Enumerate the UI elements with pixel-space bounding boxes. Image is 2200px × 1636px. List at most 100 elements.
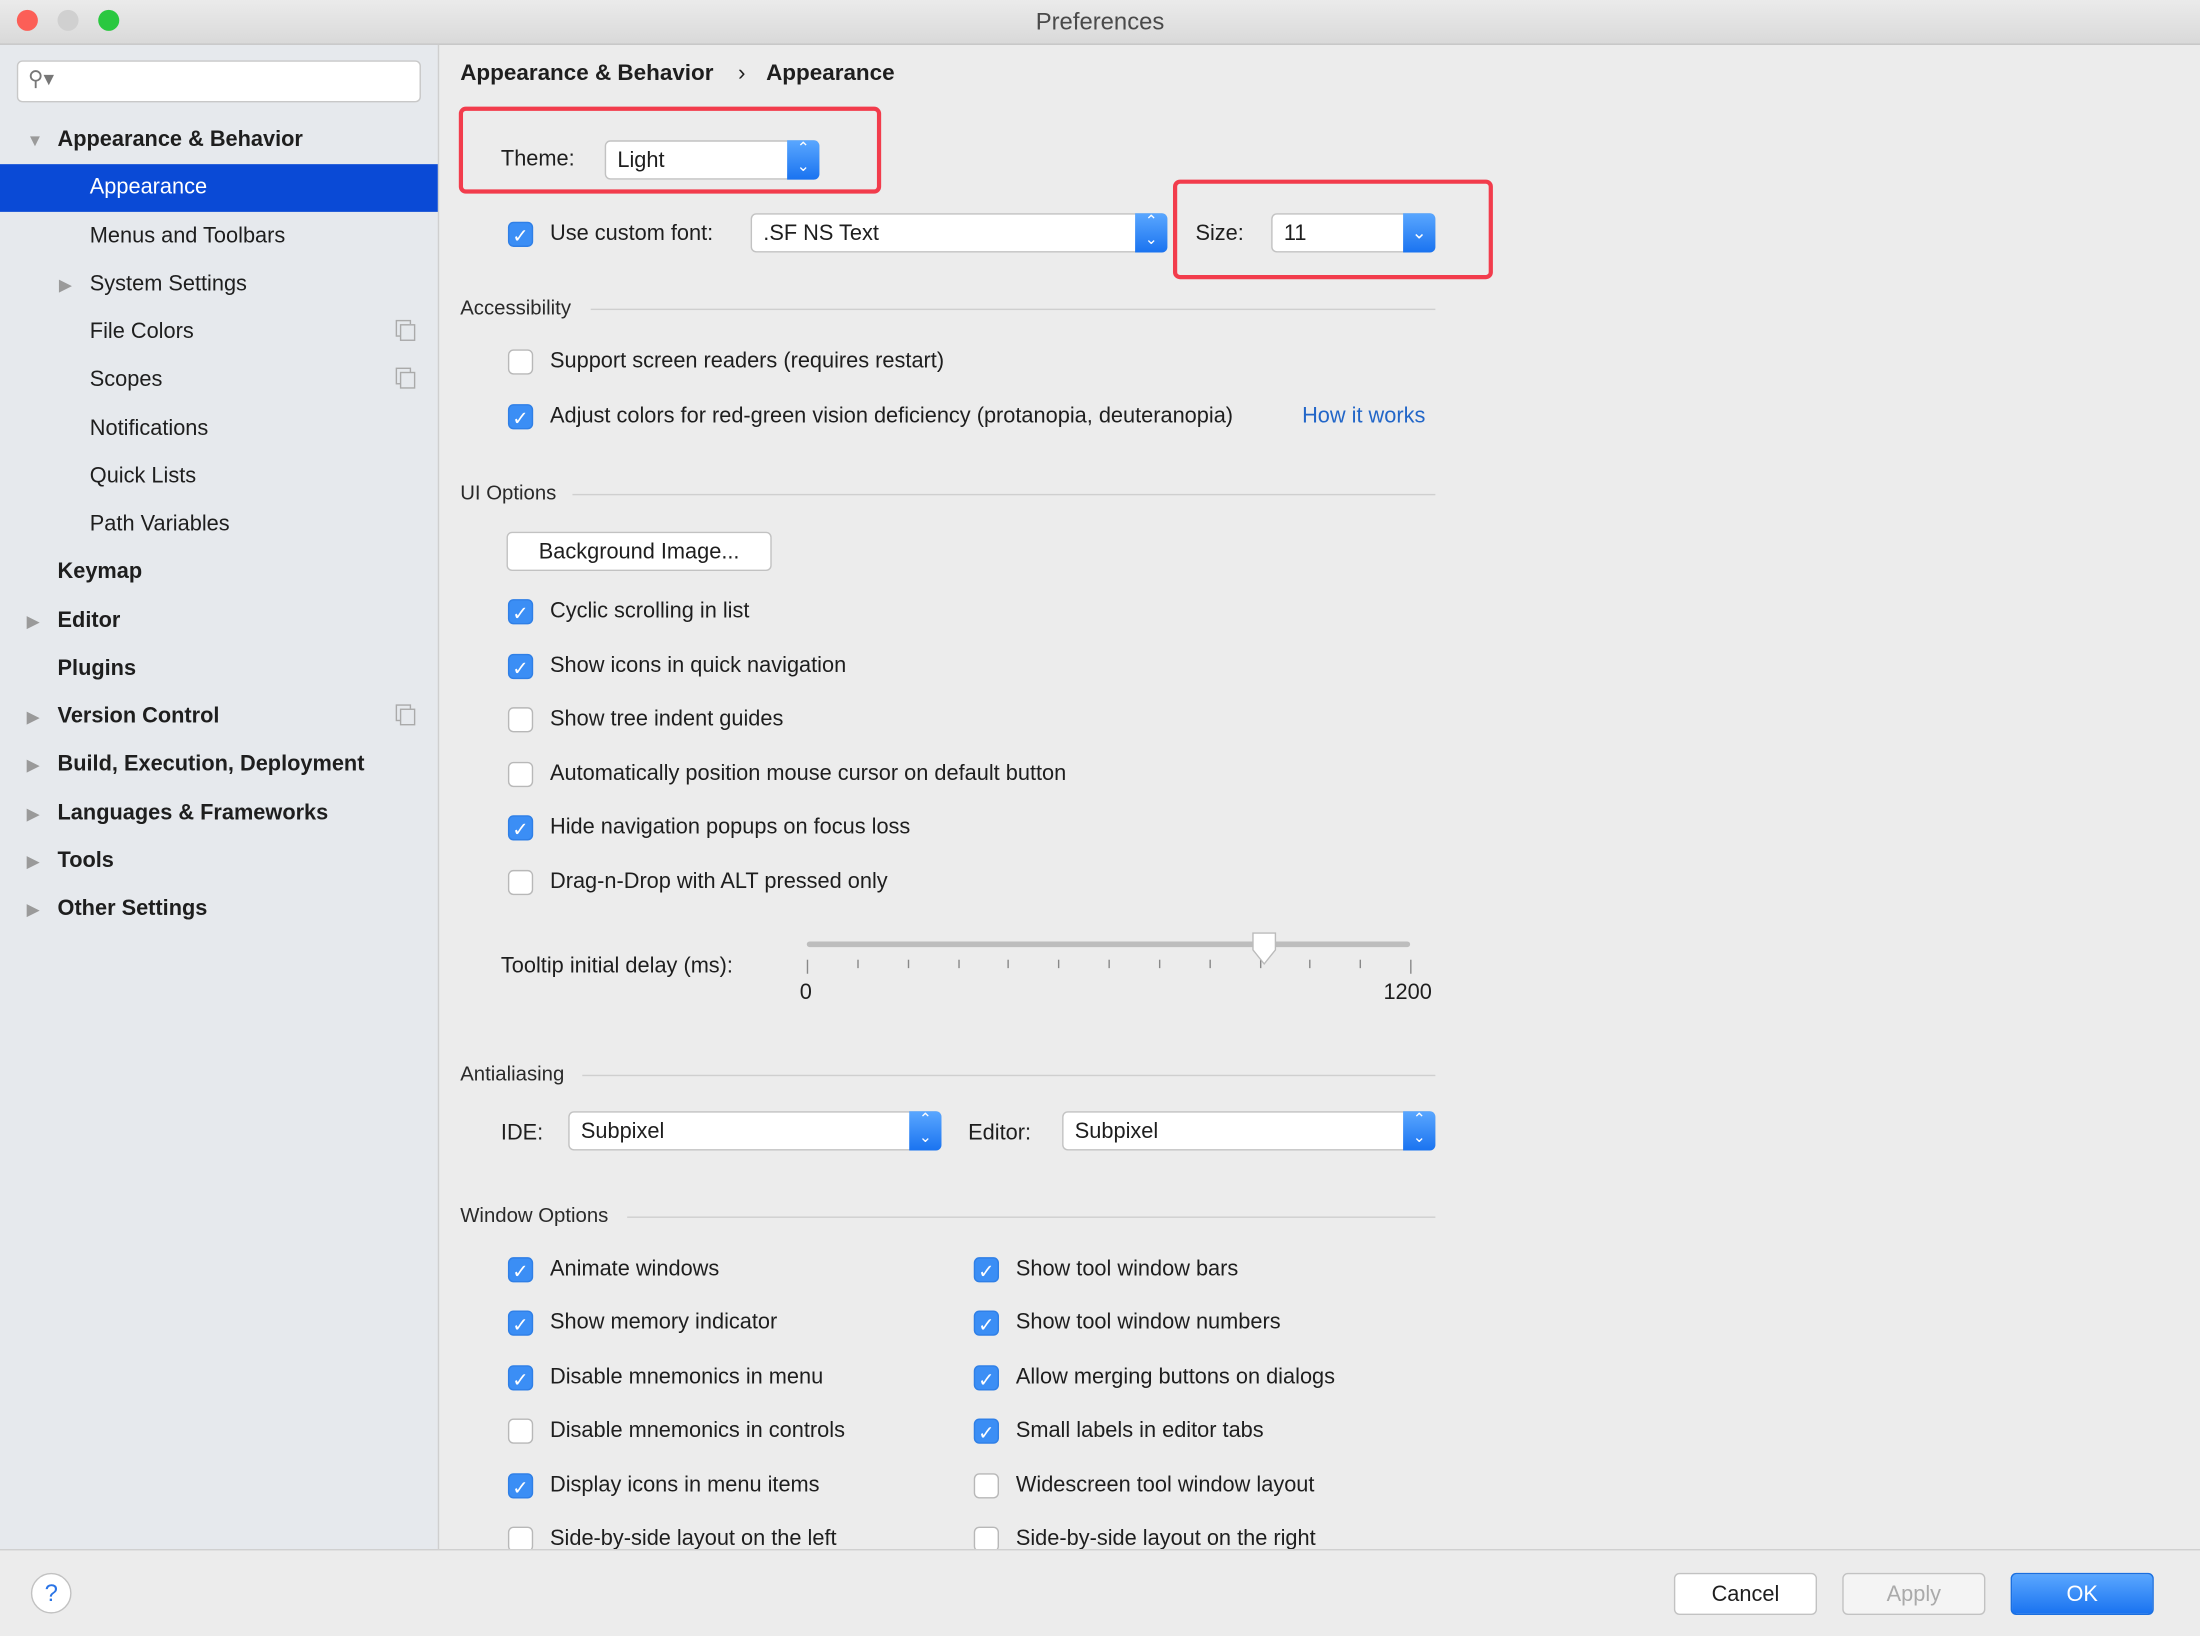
checkbox-label: Show tool window numbers bbox=[1015, 1311, 1281, 1335]
sidebar-item[interactable]: Quick Lists bbox=[0, 453, 438, 501]
font-value: .SF NS Text bbox=[763, 221, 879, 246]
checkbox-label: Display icons in menu items bbox=[550, 1472, 820, 1497]
cancel-button[interactable]: Cancel bbox=[1673, 1572, 1818, 1615]
checkbox[interactable]: ✓ bbox=[507, 1472, 534, 1498]
editor-antialiasing-select[interactable]: Subpixel ⌃ ⌄ bbox=[1062, 1111, 1436, 1151]
apply-button[interactable]: Apply bbox=[1842, 1572, 1986, 1615]
sidebar: ⚲▾ ▼ Appearance & Behavior Appearance Menus… bbox=[0, 44, 440, 1550]
sidebar-item[interactable]: Appearance bbox=[0, 164, 438, 213]
chevron-right-icon[interactable]: ▶ bbox=[27, 597, 40, 645]
font-select[interactable]: .SF NS Text ⌃ ⌄ bbox=[750, 213, 1168, 253]
sidebar-item-label: Appearance bbox=[89, 175, 208, 200]
breadcrumb-parent[interactable]: Appearance & Behavior bbox=[460, 62, 713, 87]
sidebar-item-label: Path Variables bbox=[89, 512, 230, 536]
checkbox-label: Animate windows bbox=[550, 1257, 720, 1282]
ide-antialiasing-select[interactable]: Subpixel ⌃ ⌄ bbox=[568, 1111, 942, 1151]
divider bbox=[582, 1074, 1436, 1077]
how-it-works-link[interactable]: How it works bbox=[1302, 404, 1425, 429]
checkbox[interactable]: ✓ bbox=[507, 815, 534, 842]
chevron-right-icon[interactable]: ▶ bbox=[27, 741, 40, 789]
slider-thumb[interactable] bbox=[1250, 930, 1278, 966]
chevron-right-icon[interactable]: ▶ bbox=[27, 789, 40, 837]
sidebar-item[interactable]: ▶ System Settings bbox=[0, 261, 438, 309]
custom-font-label: Use custom font: bbox=[550, 221, 714, 246]
sidebar-item[interactable]: ▶ Version Control bbox=[0, 693, 438, 741]
checkbox[interactable] bbox=[507, 1526, 534, 1550]
slider-tick bbox=[1058, 959, 1060, 969]
checkbox[interactable]: ✓ bbox=[507, 1257, 534, 1283]
checkbox[interactable]: ✓ bbox=[507, 599, 534, 625]
chevron-down-icon[interactable]: ▼ bbox=[27, 116, 44, 164]
chevron-right-icon[interactable]: ▶ bbox=[27, 693, 40, 741]
checkbox[interactable]: ✓ bbox=[507, 1311, 534, 1337]
settings-panel: Appearance & Behavior › Appearance Theme… bbox=[439, 45, 2200, 1550]
checkbox-label: Allow merging buttons on dialogs bbox=[1015, 1364, 1336, 1389]
slider-tick bbox=[806, 959, 809, 974]
background-image-button[interactable]: Background Image... bbox=[506, 531, 772, 572]
checkbox[interactable] bbox=[507, 761, 534, 787]
sidebar-item[interactable]: ▶ Editor bbox=[0, 597, 438, 645]
help-button[interactable]: ? bbox=[30, 1572, 72, 1614]
divider bbox=[627, 1216, 1436, 1218]
chevron-down-icon: ⌄ bbox=[1403, 213, 1436, 253]
ok-button[interactable]: OK bbox=[2010, 1572, 2154, 1615]
dialog-footer: ? Cancel Apply OK bbox=[0, 1549, 2200, 1636]
sidebar-item[interactable]: Keymap bbox=[0, 549, 438, 597]
checkbox[interactable]: ✓ bbox=[973, 1311, 1000, 1337]
divider bbox=[590, 308, 1436, 311]
theme-label: Theme: bbox=[500, 147, 575, 172]
checkbox[interactable] bbox=[973, 1526, 1000, 1550]
sidebar-item[interactable]: Path Variables bbox=[0, 501, 438, 549]
checkbox-label: Adjust colors for red-green vision defic… bbox=[550, 403, 1234, 428]
updown-chevron-icon: ⌃ ⌄ bbox=[909, 1111, 942, 1151]
checkbox[interactable] bbox=[507, 707, 534, 733]
checkbox[interactable]: ✓ bbox=[973, 1257, 1000, 1283]
checkbox-label: Side-by-side layout on the left bbox=[550, 1526, 837, 1550]
checkbox[interactable] bbox=[507, 869, 534, 896]
checkbox[interactable] bbox=[973, 1472, 1000, 1498]
sidebar-item-label: Keymap bbox=[57, 560, 143, 585]
chevron-right-icon[interactable]: ▶ bbox=[27, 837, 40, 885]
sidebar-item[interactable]: File Colors bbox=[0, 309, 438, 357]
checkbox-label: Support screen readers (requires restart… bbox=[550, 349, 945, 374]
checkbox[interactable] bbox=[507, 349, 534, 375]
tooltip-delay-slider[interactable] bbox=[806, 941, 1411, 948]
slider-tick bbox=[1158, 959, 1161, 969]
sidebar-item[interactable]: Notifications bbox=[0, 405, 438, 453]
sidebar-item[interactable]: Menus and Toolbars bbox=[0, 213, 438, 261]
checkbox[interactable]: ✓ bbox=[973, 1364, 1000, 1391]
checkbox[interactable]: ✓ bbox=[973, 1418, 1000, 1445]
updown-chevron-icon: ⌃ ⌄ bbox=[787, 140, 820, 180]
checkbox-label: Disable mnemonics in menu bbox=[550, 1364, 824, 1389]
custom-font-checkbox[interactable]: ✓ bbox=[507, 221, 534, 247]
slider-max-label: 1200 bbox=[1383, 980, 1432, 1005]
size-select[interactable]: 11 ⌄ bbox=[1271, 213, 1436, 253]
sidebar-item[interactable]: ▶ Build, Execution, Deployment bbox=[0, 741, 438, 789]
sidebar-item[interactable]: ▼ Appearance & Behavior bbox=[0, 116, 438, 164]
checkbox[interactable] bbox=[507, 1418, 534, 1445]
tooltip-delay-label: Tooltip initial delay (ms): bbox=[500, 954, 733, 978]
theme-value: Light bbox=[617, 148, 665, 173]
divider bbox=[572, 493, 1436, 496]
search-input[interactable]: ⚲▾ bbox=[16, 60, 421, 103]
slider-tick bbox=[1410, 959, 1412, 974]
slider-min-label: 0 bbox=[799, 980, 812, 1005]
sidebar-item[interactable]: ▶ Languages & Frameworks bbox=[0, 789, 438, 837]
sidebar-item-label: Plugins bbox=[57, 656, 137, 681]
checkbox[interactable]: ✓ bbox=[507, 403, 534, 429]
slider-tick bbox=[1108, 959, 1110, 969]
checkbox[interactable]: ✓ bbox=[507, 1364, 534, 1391]
sidebar-item[interactable]: Scopes bbox=[0, 357, 438, 405]
checkbox-label: Show tool window bars bbox=[1015, 1257, 1239, 1282]
sidebar-item[interactable]: Plugins bbox=[0, 645, 438, 693]
theme-select[interactable]: Light ⌃ ⌄ bbox=[604, 140, 820, 180]
checkbox[interactable]: ✓ bbox=[507, 653, 534, 679]
sidebar-item[interactable]: ▶ Tools bbox=[0, 837, 438, 885]
chevron-right-icon[interactable]: ▶ bbox=[27, 885, 40, 933]
chevron-right-icon[interactable]: ▶ bbox=[59, 261, 72, 309]
sidebar-item-label: Notifications bbox=[89, 416, 209, 440]
ide-value: Subpixel bbox=[580, 1119, 665, 1144]
title-bar: Preferences bbox=[0, 0, 2200, 45]
slider-tick bbox=[857, 959, 859, 969]
sidebar-item[interactable]: ▶ Other Settings bbox=[0, 885, 438, 933]
